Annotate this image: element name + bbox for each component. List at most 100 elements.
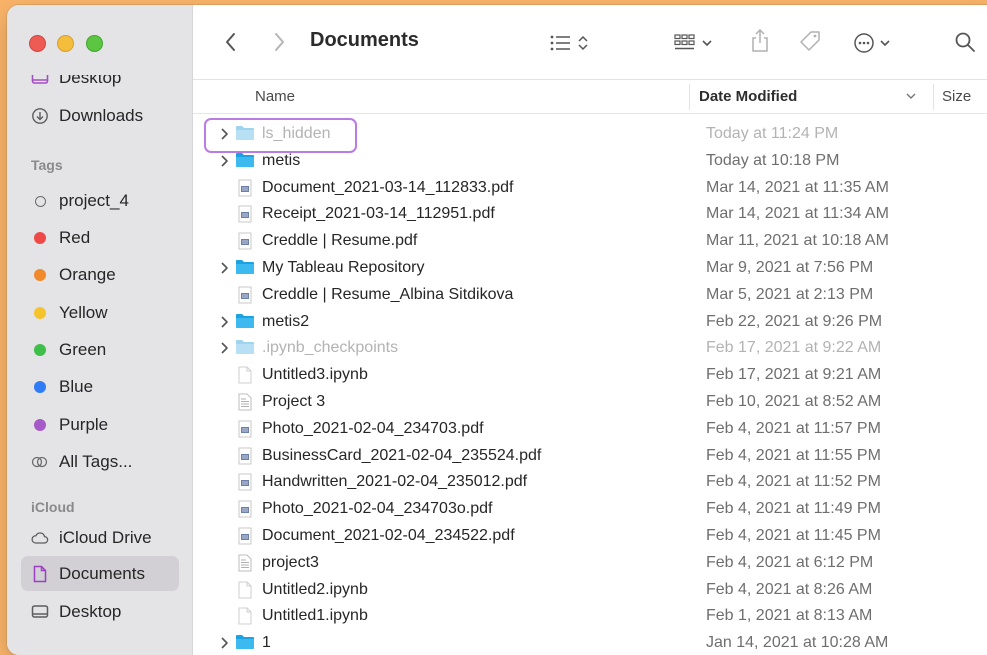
file-date-modified: Feb 10, 2021 at 8:52 AM: [706, 393, 882, 410]
pdf-file-icon: [235, 446, 255, 466]
file-name: BusinessCard_2021-02-04_235524.pdf: [262, 446, 542, 464]
file-name: metis2: [262, 312, 310, 330]
sidebar-item-downloads[interactable]: Downloads: [21, 101, 179, 131]
column-divider[interactable]: [689, 84, 690, 110]
file-date-modified: Feb 4, 2021 at 8:26 AM: [706, 580, 873, 598]
table-row[interactable]: project3 Feb 4, 2021 at 6:12 PM: [193, 550, 987, 577]
table-row[interactable]: Untitled2.ipynb Feb 4, 2021 at 8:26 AM: [193, 577, 987, 604]
pdf-file-icon: [235, 499, 255, 519]
disclosure-triangle-icon[interactable]: [219, 636, 229, 650]
more-icon[interactable]: [853, 31, 899, 55]
sidebar-item-documents[interactable]: Documents: [21, 556, 179, 591]
sidebar-tag-orange[interactable]: Orange: [21, 260, 179, 290]
table-row[interactable]: Project 3 Feb 10, 2021 at 8:52 AM: [193, 389, 987, 416]
file-name: .ipynb_checkpoints: [262, 339, 399, 357]
sidebar-item-label: Red: [59, 228, 91, 247]
file-browser: Documents Name Date Modified Size ls_hid…: [193, 5, 987, 655]
sidebar-item-label: Purple: [59, 415, 109, 434]
table-row[interactable]: .ipynb_checkpoints Feb 17, 2021 at 9:22 A…: [193, 335, 987, 362]
table-row[interactable]: My Tableau Repository Mar 9, 2021 at 7:56…: [193, 255, 987, 282]
sidebar-item-label: Documents: [59, 563, 145, 583]
table-row[interactable]: Photo_2021-02-04_234703o.pdf Feb 4, 2021 …: [193, 496, 987, 523]
sidebar-item-label: project_4: [59, 191, 129, 210]
forward-icon[interactable]: [269, 30, 289, 54]
column-date-modified[interactable]: Date Modified: [699, 88, 797, 105]
sidebar-section-icloud: iCloud: [31, 499, 75, 515]
search-icon[interactable]: [953, 30, 977, 54]
pdf-file-icon: [235, 231, 255, 251]
text-file-icon: [235, 392, 255, 412]
sidebar-tag-purple[interactable]: Purple: [21, 410, 179, 440]
file-date-modified: Today at 10:18 PM: [706, 151, 840, 169]
disclosure-triangle-icon[interactable]: [219, 315, 229, 329]
sidebar-tag-green[interactable]: Green: [21, 335, 179, 365]
sidebar-section-tags: Tags: [31, 157, 63, 173]
disclosure-triangle-icon[interactable]: [219, 154, 229, 168]
tag-color-dot-icon: [31, 229, 49, 247]
sidebar-tag-project-4[interactable]: project_4: [21, 186, 179, 216]
sidebar-item-icloud-drive[interactable]: iCloud Drive: [21, 523, 179, 553]
sidebar-item-label: Yellow: [59, 303, 108, 322]
table-row[interactable]: metis2 Feb 22, 2021 at 9:26 PM: [193, 309, 987, 336]
table-row[interactable]: Receipt_2021-03-14_112951.pdf Mar 14, 202…: [193, 201, 987, 228]
list-view-icon[interactable]: [548, 31, 596, 55]
table-row[interactable]: Handwritten_2021-02-04_235012.pdf Feb 4, …: [193, 469, 987, 496]
folder-icon: [235, 258, 255, 278]
column-name[interactable]: Name: [255, 88, 295, 105]
disclosure-triangle-icon[interactable]: [219, 261, 229, 275]
sidebar-item-desktop[interactable]: Desktop: [21, 597, 179, 627]
sidebar-item-label: Desktop: [59, 68, 122, 87]
table-row[interactable]: BusinessCard_2021-02-04_235524.pdf Feb 4,…: [193, 443, 987, 470]
pdf-file-icon: [235, 526, 255, 546]
table-row[interactable]: ls_hidden Today at 11:24 PM: [193, 121, 987, 148]
pdf-file-icon: [235, 178, 255, 198]
sidebar-item-desktop-top[interactable]: Desktop: [21, 68, 179, 93]
sidebar-tag-all-tags[interactable]: All Tags...: [21, 447, 179, 477]
folder-icon: [235, 633, 255, 653]
disclosure-triangle-icon[interactable]: [219, 341, 229, 355]
file-date-modified: Mar 5, 2021 at 2:13 PM: [706, 285, 874, 303]
close-window-button[interactable]: [29, 35, 46, 52]
table-row[interactable]: Document_2021-02-04_234522.pdf Feb 4, 202…: [193, 523, 987, 550]
disclosure-triangle-icon[interactable]: [219, 127, 229, 141]
table-row[interactable]: Untitled1.ipynb Feb 1, 2021 at 8:13 AM: [193, 603, 987, 630]
cloud-icon: [31, 529, 49, 547]
tag-icon[interactable]: [796, 29, 824, 55]
sidebar-tag-yellow[interactable]: Yellow: [21, 298, 179, 328]
group-icon[interactable]: [673, 31, 723, 55]
file-date-modified: Feb 4, 2021 at 11:55 PM: [706, 446, 881, 464]
tag-color-dot-icon: [31, 416, 49, 434]
file-date-modified: Feb 4, 2021 at 11:57 PM: [706, 419, 881, 437]
file-date-modified: Mar 14, 2021 at 11:35 AM: [706, 178, 889, 196]
sidebar-item-label: Downloads: [59, 106, 144, 125]
file-date-modified: Feb 17, 2021 at 9:21 AM: [706, 366, 882, 384]
tag-color-dot-icon: [31, 266, 49, 284]
table-row[interactable]: Document_2021-03-14_112833.pdf Mar 14, 20…: [193, 175, 987, 202]
table-row[interactable]: Creddle | Resume.pdf Mar 11, 2021 at 10:1…: [193, 228, 987, 255]
back-icon[interactable]: [221, 30, 241, 54]
share-icon[interactable]: [748, 27, 772, 55]
sidebar-tag-blue[interactable]: Blue: [21, 372, 179, 402]
file-name: project3: [262, 553, 319, 571]
table-row[interactable]: Photo_2021-02-04_234703.pdf Feb 4, 2021 a…: [193, 416, 987, 443]
zoom-window-button[interactable]: [86, 35, 103, 52]
table-row[interactable]: metis Today at 10:18 PM: [193, 148, 987, 175]
file-date-modified: Feb 1, 2021 at 8:13 AM: [706, 607, 873, 625]
sidebar-item-label: Blue: [59, 377, 94, 396]
folder-icon: [235, 312, 255, 332]
table-row[interactable]: Untitled3.ipynb Feb 17, 2021 at 9:21 AM: [193, 362, 987, 389]
sort-chevron-icon[interactable]: [905, 89, 917, 106]
file-name: Project 3: [262, 393, 326, 410]
finder-window: Desktop Downloads Tags iCloud iCloud Dri…: [7, 5, 987, 655]
sidebar: Desktop Downloads Tags iCloud iCloud Dri…: [7, 5, 193, 655]
column-divider[interactable]: [933, 84, 934, 110]
file-name: Document_2021-02-04_234522.pdf: [262, 527, 515, 544]
file-name: Document_2021-03-14_112833.pdf: [262, 178, 514, 196]
file-date-modified: Feb 4, 2021 at 11:45 PM: [706, 527, 881, 544]
column-size[interactable]: Size: [942, 88, 971, 105]
minimize-window-button[interactable]: [57, 35, 74, 52]
file-name: Untitled2.ipynb: [262, 580, 368, 598]
table-row[interactable]: Creddle | Resume_Albina Sitdikova Mar 5, …: [193, 282, 987, 309]
file-date-modified: Mar 9, 2021 at 7:56 PM: [706, 259, 874, 276]
sidebar-tag-red[interactable]: Red: [21, 223, 179, 253]
